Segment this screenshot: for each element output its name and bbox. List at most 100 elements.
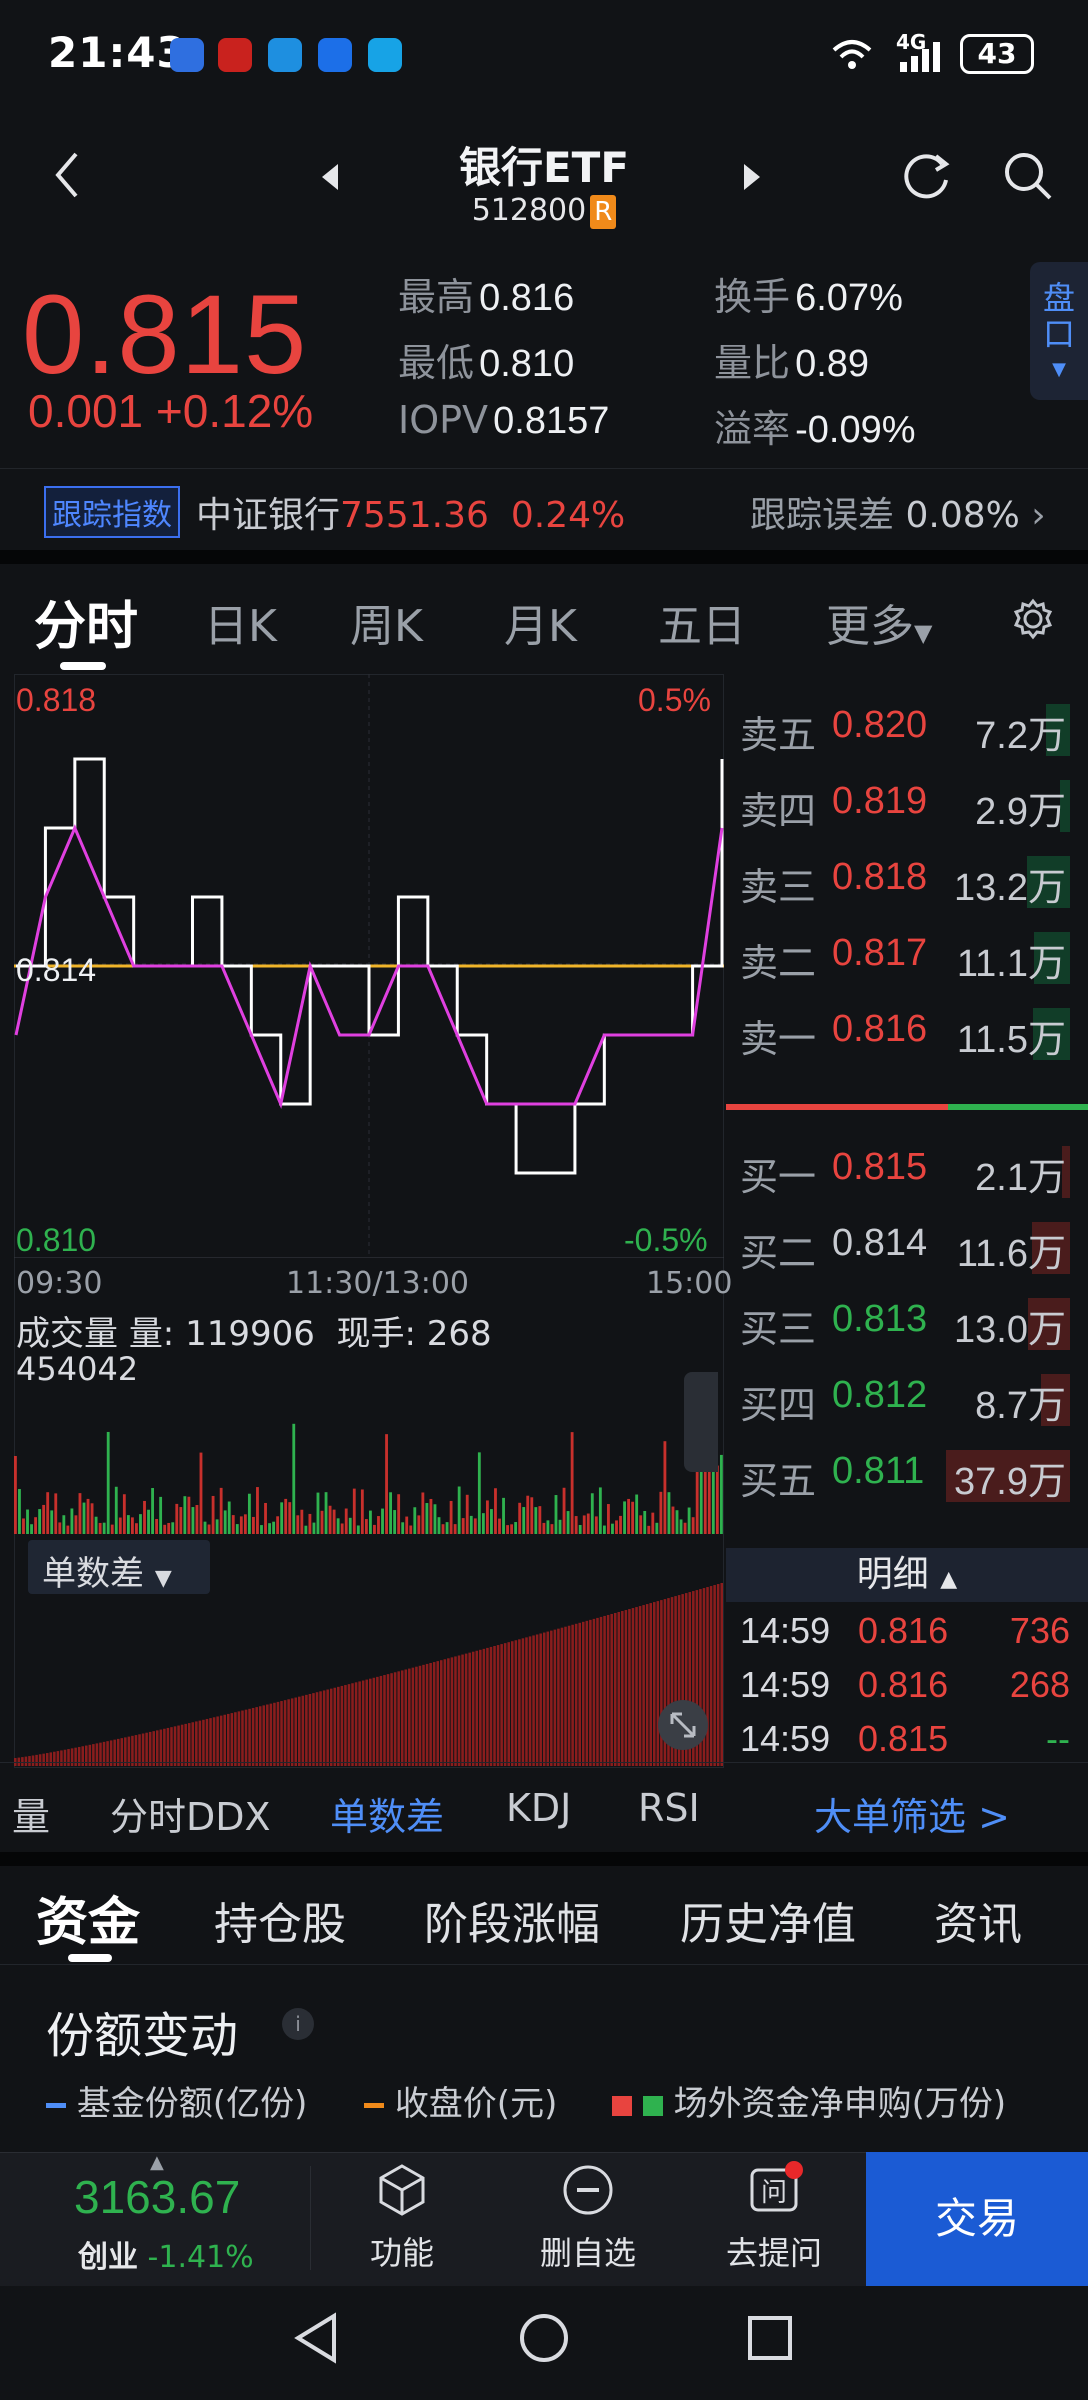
bid-price: 0.813: [832, 1298, 928, 1340]
tab-weekly-k[interactable]: 周K: [350, 590, 423, 654]
volume-bar: [219, 1487, 223, 1534]
app-notification-icon: [318, 38, 352, 72]
stat-premium: 溢率 -0.09%: [714, 398, 916, 453]
nav-home-icon[interactable]: [516, 2310, 572, 2366]
indicator-order-diff[interactable]: 单数差: [330, 1786, 444, 1841]
tab-monthly-k[interactable]: 月K: [504, 590, 577, 654]
indicator-ddx[interactable]: 分时DDX: [110, 1786, 271, 1841]
big-order-filter-link[interactable]: 大单筛选 >: [814, 1786, 1010, 1841]
caret-down-icon: ▼: [914, 619, 933, 647]
diff-bar: [713, 1585, 716, 1766]
info-icon[interactable]: i: [282, 2008, 314, 2040]
diff-bar: [266, 1704, 269, 1766]
trade-row: 14:59 0.816 268: [740, 1664, 1076, 1706]
indicator-volume[interactable]: 量: [12, 1786, 50, 1841]
diff-bar: [383, 1675, 386, 1766]
trade-button[interactable]: 交易: [866, 2152, 1088, 2286]
diff-bar: [35, 1754, 38, 1766]
volume-bar: [122, 1494, 126, 1534]
diff-bar: [187, 1723, 191, 1766]
volume-bar: [510, 1524, 514, 1534]
settings-gear-icon[interactable]: [1012, 598, 1054, 640]
diff-bar: [230, 1713, 234, 1766]
bid-row[interactable]: 买四 0.812 8.7万: [740, 1366, 1070, 1438]
ask-row[interactable]: 卖二 0.817 11.1万: [740, 924, 1070, 996]
diff-bar: [81, 1746, 84, 1766]
bid-row[interactable]: 买一 0.815 2.1万: [740, 1138, 1070, 1210]
volume-bar: [518, 1502, 522, 1534]
tab-holdings[interactable]: 持仓股: [214, 1888, 346, 1952]
volume-bar: [340, 1523, 344, 1534]
tab-funds[interactable]: 资金: [36, 1880, 140, 1955]
ask-row[interactable]: 卖四 0.819 2.9万: [740, 772, 1070, 844]
search-icon[interactable]: [1000, 148, 1056, 204]
tab-five-day[interactable]: 五日: [658, 590, 746, 654]
ask-row[interactable]: 卖一 0.816 11.5万: [740, 1000, 1070, 1072]
volume-bar: [62, 1515, 66, 1534]
tracking-error[interactable]: 跟踪误差 0.08% ›: [750, 486, 1046, 538]
tab-underline: [60, 662, 106, 670]
nav-back-icon[interactable]: [290, 2310, 340, 2366]
diff-bar: [244, 1709, 248, 1766]
index-info[interactable]: 创业 -1.41%: [78, 2232, 254, 2276]
signal-icon: [900, 42, 940, 72]
pankou-toggle[interactable]: 盘口 ▼: [1030, 262, 1088, 400]
ask-row[interactable]: 卖三 0.818 13.2万: [740, 848, 1070, 920]
ask-row[interactable]: 卖五 0.820 7.2万: [740, 696, 1070, 768]
diff-bar: [198, 1720, 202, 1766]
tab-intraday[interactable]: 分时: [34, 584, 138, 659]
volume-bar: [663, 1441, 667, 1534]
indicator-kdj[interactable]: KDJ: [506, 1786, 571, 1830]
diff-bar: [592, 1618, 596, 1766]
volume-bar: [328, 1505, 332, 1534]
bid-row[interactable]: 买三 0.813 13.0万: [740, 1290, 1070, 1362]
bid-price: 0.815: [832, 1146, 928, 1188]
volume-bar: [78, 1493, 82, 1534]
remove-watchlist-button[interactable]: 删自选: [508, 2160, 668, 2274]
volume-bar: [320, 1510, 324, 1534]
function-button[interactable]: 功能: [322, 2160, 482, 2274]
stat-label: 最低: [398, 341, 475, 385]
volume-bar: [538, 1506, 542, 1534]
volume-bar: [316, 1492, 320, 1534]
nav-recents-icon[interactable]: [744, 2312, 796, 2364]
diff-bar: [212, 1717, 216, 1766]
tab-more[interactable]: 更多▼: [826, 590, 932, 654]
stat-iopv: IOPV 0.8157: [398, 398, 609, 443]
intraday-chart[interactable]: [14, 674, 724, 1258]
volume-bar: [465, 1494, 469, 1534]
diff-bar: [145, 1732, 148, 1766]
next-stock-icon[interactable]: [742, 162, 764, 192]
diff-bar: [404, 1669, 408, 1766]
diff-bar: [550, 1630, 553, 1766]
tab-period-gain[interactable]: 阶段涨幅: [424, 1888, 600, 1952]
volume-bar: [675, 1510, 679, 1534]
diff-bar: [354, 1682, 358, 1766]
diff-bar: [166, 1727, 170, 1766]
diff-bar: [486, 1647, 489, 1766]
bid-row[interactable]: 买五 0.811 37.9万: [740, 1442, 1070, 1514]
tracking-index: 中证银行7551.36 0.24%: [196, 486, 625, 538]
volume-bar: [42, 1504, 46, 1534]
tab-daily-k[interactable]: 日K: [204, 590, 277, 654]
tracking-index-value: 7551.36: [340, 495, 489, 536]
volume-bar: [373, 1524, 376, 1534]
detail-header[interactable]: 明细 ▲: [726, 1548, 1088, 1602]
diff-bar: [290, 1698, 294, 1766]
index-value[interactable]: 3163.67: [74, 2170, 240, 2224]
collapse-handle[interactable]: [684, 1372, 718, 1472]
diff-bar: [237, 1711, 241, 1766]
legend-share: 基金份额(亿份): [46, 2076, 307, 2125]
diff-bar: [379, 1675, 383, 1766]
expand-icon[interactable]: [656, 1698, 710, 1752]
refresh-icon[interactable]: [898, 148, 954, 204]
ask-question-button[interactable]: 问 去提问: [694, 2160, 854, 2274]
tab-news[interactable]: 资讯: [934, 1888, 1022, 1952]
indicator-rsi[interactable]: RSI: [638, 1786, 700, 1830]
diff-bar: [571, 1624, 574, 1766]
trade-price: 0.816: [858, 1664, 949, 1705]
tab-nav-history[interactable]: 历史净值: [680, 1888, 856, 1952]
divider: [0, 1762, 1088, 1763]
bid-row[interactable]: 买二 0.814 11.6万: [740, 1214, 1070, 1286]
divider: [0, 1852, 1088, 1866]
